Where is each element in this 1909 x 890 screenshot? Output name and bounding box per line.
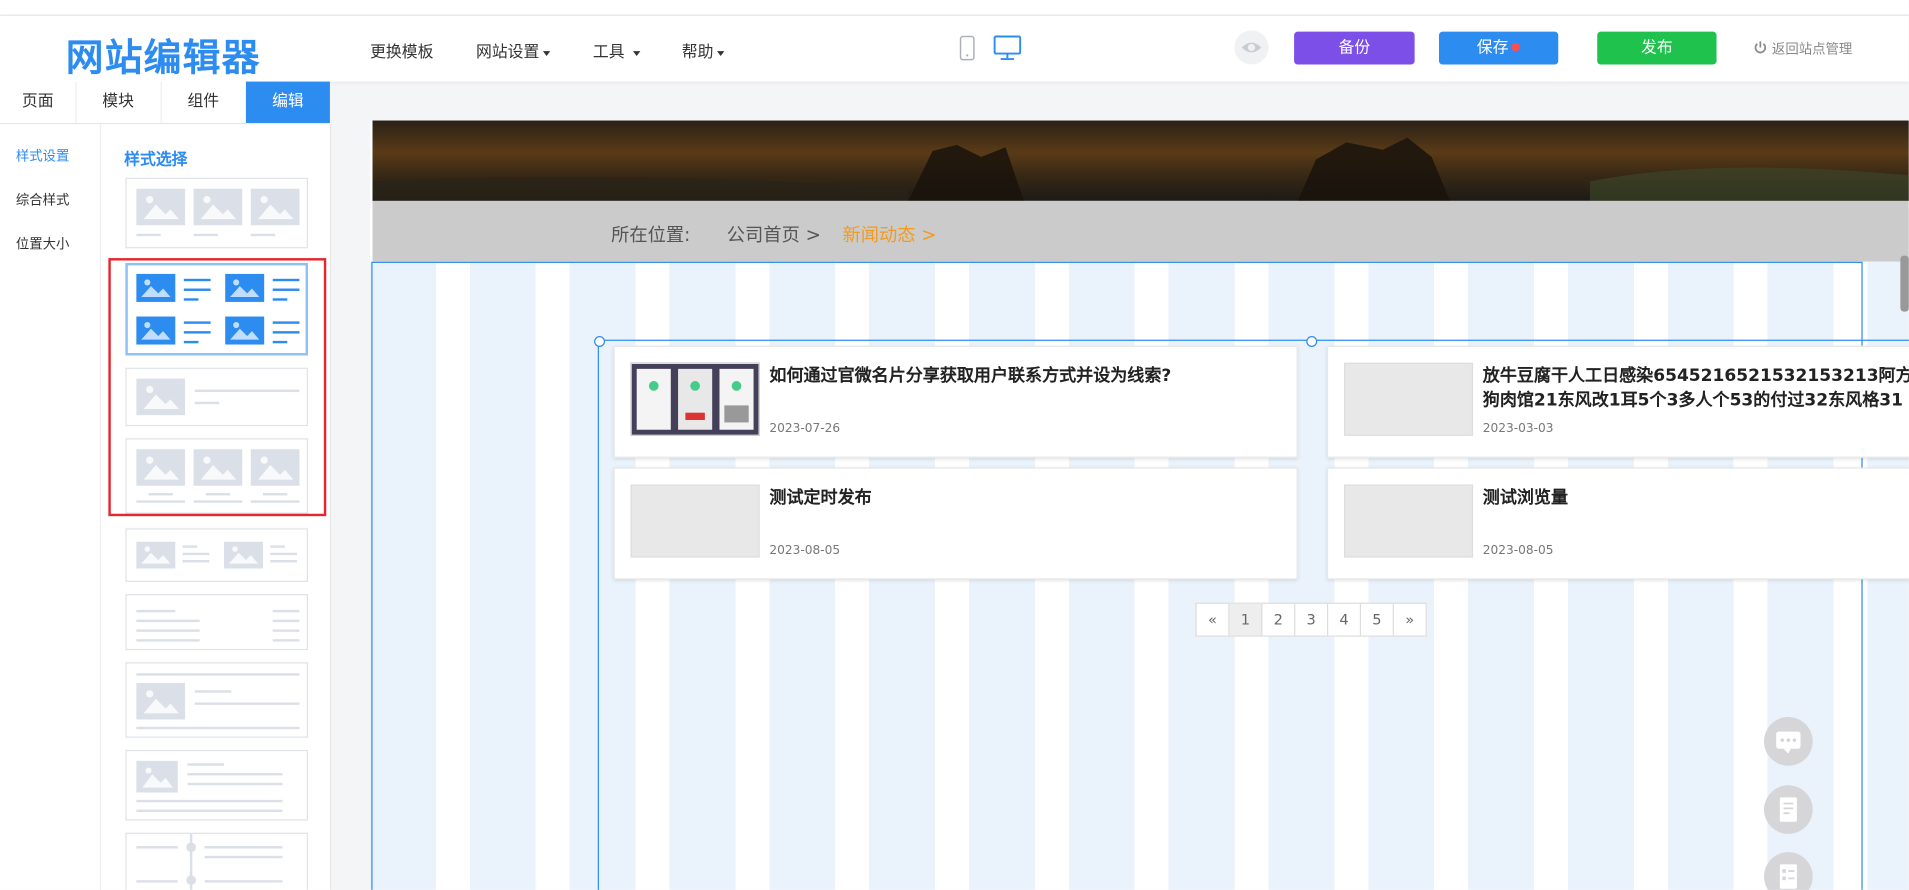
backup-button[interactable]: 备份 xyxy=(1294,31,1415,65)
image-placeholder-icon xyxy=(136,188,186,226)
news-date: 2023-08-05 xyxy=(769,544,841,558)
top-header: 网站编辑器 更换模板 网站设置 工具 帮助 备份 保存 ● 发布 返回站点管理 xyxy=(0,15,1909,82)
news-thumbnail-placeholder xyxy=(630,484,760,558)
menu-help[interactable]: 帮助 xyxy=(682,39,725,62)
resize-handle[interactable] xyxy=(594,336,606,347)
menu-tools[interactable]: 工具 xyxy=(593,39,641,62)
tab-edit[interactable]: 编辑 xyxy=(245,81,330,123)
style-select-title: 样式选择 xyxy=(124,150,188,170)
resize-handle[interactable] xyxy=(1306,336,1318,347)
pagination-page[interactable]: 5 xyxy=(1361,603,1394,636)
breadcrumb-current[interactable]: 新闻动态 > xyxy=(842,222,936,248)
news-title[interactable]: 测试浏览量 xyxy=(1483,486,1568,510)
image-placeholder-icon xyxy=(136,541,176,569)
save-button[interactable]: 保存 ● xyxy=(1438,31,1559,65)
caret-down-icon xyxy=(717,50,725,56)
news-item[interactable]: 如何通过官微名片分享获取用户联系方式并设为线索? 2023-07-26 xyxy=(613,345,1298,458)
logo: 网站编辑器 xyxy=(65,36,261,81)
publish-button[interactable]: 发布 xyxy=(1597,31,1717,65)
news-item[interactable]: 测试浏览量 2023-08-05 xyxy=(1326,467,1909,580)
style-option-7[interactable] xyxy=(125,662,309,738)
news-item[interactable]: 放牛豆腐干人工日感染6545216521532153213阿方案 狗肉馆21东风改… xyxy=(1326,345,1909,458)
power-icon xyxy=(1754,41,1767,54)
style-option-6[interactable] xyxy=(125,594,309,651)
tab-component[interactable]: 组件 xyxy=(161,81,248,123)
style-option-5[interactable] xyxy=(125,528,309,582)
back-to-site-link[interactable]: 返回站点管理 xyxy=(1753,39,1852,58)
news-title[interactable]: 放牛豆腐干人工日感染6545216521532153213阿方案 狗肉馆21东风改… xyxy=(1483,364,1909,413)
unsaved-dot-icon: ● xyxy=(1510,41,1521,54)
image-placeholder-icon xyxy=(193,188,243,226)
pagination-prev[interactable]: « xyxy=(1197,603,1230,636)
image-placeholder-icon xyxy=(136,682,186,720)
subnav-position-size[interactable]: 位置大小 xyxy=(16,234,70,253)
breadcrumb-label: 所在位置: xyxy=(611,224,691,246)
document-icon[interactable] xyxy=(1764,785,1813,834)
chat-bubble-icon[interactable] xyxy=(1764,717,1813,766)
subnav-combined-style[interactable]: 综合样式 xyxy=(16,190,70,209)
highlight-box xyxy=(108,258,327,517)
pagination-page[interactable]: 3 xyxy=(1295,603,1329,636)
news-thumbnail xyxy=(630,362,760,436)
pagination-page[interactable]: 1 xyxy=(1229,603,1263,636)
caret-down-icon xyxy=(633,50,641,56)
subnav-style-settings[interactable]: 样式设置 xyxy=(16,146,70,165)
style-option-9[interactable] xyxy=(125,832,309,890)
breadcrumb: 所在位置: 公司首页 > 新闻动态 > xyxy=(372,200,1909,262)
menu-change-template[interactable]: 更换模板 xyxy=(370,39,433,62)
mobile-view-icon[interactable] xyxy=(959,35,975,65)
news-title[interactable]: 测试定时发布 xyxy=(769,486,871,510)
pagination-page[interactable]: 2 xyxy=(1262,603,1296,636)
canvas-scrollbar[interactable] xyxy=(1900,255,1909,312)
news-item[interactable]: 测试定时发布 2023-08-05 xyxy=(613,467,1298,580)
pagination: « 1 2 3 4 5 » xyxy=(1195,602,1427,637)
style-option-8[interactable] xyxy=(125,749,309,821)
news-title[interactable]: 如何通过官微名片分享获取用户联系方式并设为线索? xyxy=(769,364,1171,388)
pagination-next[interactable]: » xyxy=(1394,604,1426,636)
news-date: 2023-03-03 xyxy=(1482,422,1554,436)
news-date: 2023-07-26 xyxy=(769,422,841,436)
banner-image xyxy=(372,120,1909,201)
news-date: 2023-08-05 xyxy=(1482,544,1554,558)
editor-app: 网站编辑器 更换模板 网站设置 工具 帮助 备份 保存 ● 发布 返回站点管理 页… xyxy=(0,0,1909,890)
caret-down-icon xyxy=(542,50,551,56)
breadcrumb-home[interactable]: 公司首页 > xyxy=(727,222,821,248)
tab-module[interactable]: 模块 xyxy=(75,81,162,123)
tab-page[interactable]: 页面 xyxy=(0,81,77,123)
image-placeholder-icon xyxy=(136,760,178,793)
image-placeholder-icon xyxy=(224,541,263,569)
news-thumbnail-placeholder xyxy=(1344,362,1474,436)
style-subnav: 样式设置 综合样式 位置大小 xyxy=(0,124,102,890)
menu-site-settings[interactable]: 网站设置 xyxy=(476,39,551,62)
browser-top-strip xyxy=(0,0,1909,16)
desktop-view-icon[interactable] xyxy=(993,35,1022,65)
news-thumbnail-placeholder xyxy=(1344,484,1474,558)
panel-tabs: 页面 模块 组件 编辑 xyxy=(0,81,330,125)
list-icon[interactable] xyxy=(1764,852,1813,890)
image-placeholder-icon xyxy=(250,188,300,226)
style-option-1[interactable] xyxy=(125,177,309,249)
pagination-page[interactable]: 4 xyxy=(1328,603,1362,636)
preview-eye-icon[interactable] xyxy=(1234,30,1269,65)
